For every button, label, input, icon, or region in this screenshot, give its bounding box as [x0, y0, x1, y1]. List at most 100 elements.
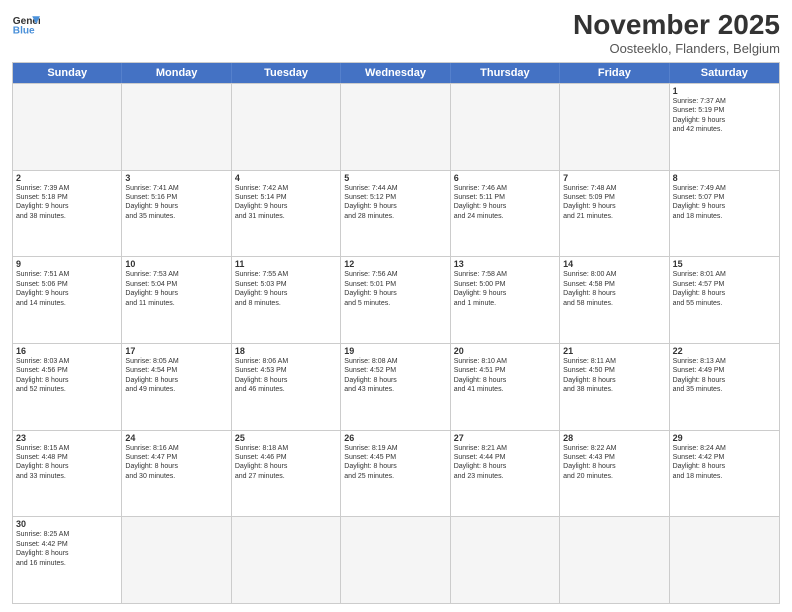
day-cell-2: 2Sunrise: 7:39 AM Sunset: 5:18 PM Daylig…	[13, 171, 122, 257]
day-cell-25: 25Sunrise: 8:18 AM Sunset: 4:46 PM Dayli…	[232, 431, 341, 517]
week-row-5: 30Sunrise: 8:25 AM Sunset: 4:42 PM Dayli…	[13, 516, 779, 603]
header-wednesday: Wednesday	[341, 63, 450, 83]
day-cell-13: 13Sunrise: 7:58 AM Sunset: 5:00 PM Dayli…	[451, 257, 560, 343]
day-info: Sunrise: 8:21 AM Sunset: 4:44 PM Dayligh…	[454, 444, 556, 482]
day-info: Sunrise: 7:56 AM Sunset: 5:01 PM Dayligh…	[344, 270, 446, 308]
day-cell-29: 29Sunrise: 8:24 AM Sunset: 4:42 PM Dayli…	[670, 431, 779, 517]
day-cell-11: 11Sunrise: 7:55 AM Sunset: 5:03 PM Dayli…	[232, 257, 341, 343]
day-cell-12: 12Sunrise: 7:56 AM Sunset: 5:01 PM Dayli…	[341, 257, 450, 343]
day-cell-30: 30Sunrise: 8:25 AM Sunset: 4:42 PM Dayli…	[13, 517, 122, 603]
week-row-0: 1Sunrise: 7:37 AM Sunset: 5:19 PM Daylig…	[13, 83, 779, 170]
day-cell-7: 7Sunrise: 7:48 AM Sunset: 5:09 PM Daylig…	[560, 171, 669, 257]
day-info: Sunrise: 7:51 AM Sunset: 5:06 PM Dayligh…	[16, 270, 118, 308]
day-cell-1: 1Sunrise: 7:37 AM Sunset: 5:19 PM Daylig…	[670, 84, 779, 170]
day-cell-4: 4Sunrise: 7:42 AM Sunset: 5:14 PM Daylig…	[232, 171, 341, 257]
empty-cell	[232, 517, 341, 603]
subtitle: Oosteeklo, Flanders, Belgium	[573, 41, 780, 56]
logo-icon: General Blue	[12, 10, 40, 38]
day-info: Sunrise: 8:01 AM Sunset: 4:57 PM Dayligh…	[673, 270, 776, 308]
day-cell-20: 20Sunrise: 8:10 AM Sunset: 4:51 PM Dayli…	[451, 344, 560, 430]
day-number: 30	[16, 519, 118, 529]
day-info: Sunrise: 7:49 AM Sunset: 5:07 PM Dayligh…	[673, 184, 776, 222]
day-number: 29	[673, 433, 776, 443]
header-tuesday: Tuesday	[232, 63, 341, 83]
day-number: 10	[125, 259, 227, 269]
day-info: Sunrise: 7:48 AM Sunset: 5:09 PM Dayligh…	[563, 184, 665, 222]
day-info: Sunrise: 8:03 AM Sunset: 4:56 PM Dayligh…	[16, 357, 118, 395]
day-number: 25	[235, 433, 337, 443]
day-info: Sunrise: 7:55 AM Sunset: 5:03 PM Dayligh…	[235, 270, 337, 308]
day-cell-14: 14Sunrise: 8:00 AM Sunset: 4:58 PM Dayli…	[560, 257, 669, 343]
day-number: 17	[125, 346, 227, 356]
header-saturday: Saturday	[670, 63, 779, 83]
day-number: 12	[344, 259, 446, 269]
empty-cell	[341, 517, 450, 603]
month-title: November 2025	[573, 10, 780, 41]
day-cell-17: 17Sunrise: 8:05 AM Sunset: 4:54 PM Dayli…	[122, 344, 231, 430]
day-number: 11	[235, 259, 337, 269]
day-number: 15	[673, 259, 776, 269]
day-cell-22: 22Sunrise: 8:13 AM Sunset: 4:49 PM Dayli…	[670, 344, 779, 430]
day-cell-23: 23Sunrise: 8:15 AM Sunset: 4:48 PM Dayli…	[13, 431, 122, 517]
day-info: Sunrise: 8:06 AM Sunset: 4:53 PM Dayligh…	[235, 357, 337, 395]
day-number: 8	[673, 173, 776, 183]
day-cell-21: 21Sunrise: 8:11 AM Sunset: 4:50 PM Dayli…	[560, 344, 669, 430]
day-info: Sunrise: 8:15 AM Sunset: 4:48 PM Dayligh…	[16, 444, 118, 482]
day-cell-3: 3Sunrise: 7:41 AM Sunset: 5:16 PM Daylig…	[122, 171, 231, 257]
empty-cell	[560, 84, 669, 170]
day-number: 27	[454, 433, 556, 443]
day-number: 2	[16, 173, 118, 183]
day-info: Sunrise: 7:44 AM Sunset: 5:12 PM Dayligh…	[344, 184, 446, 222]
calendar-body: 1Sunrise: 7:37 AM Sunset: 5:19 PM Daylig…	[13, 83, 779, 603]
day-info: Sunrise: 8:19 AM Sunset: 4:45 PM Dayligh…	[344, 444, 446, 482]
empty-cell	[232, 84, 341, 170]
header-thursday: Thursday	[451, 63, 560, 83]
day-info: Sunrise: 8:22 AM Sunset: 4:43 PM Dayligh…	[563, 444, 665, 482]
empty-cell	[122, 517, 231, 603]
empty-cell	[560, 517, 669, 603]
day-info: Sunrise: 8:05 AM Sunset: 4:54 PM Dayligh…	[125, 357, 227, 395]
day-cell-26: 26Sunrise: 8:19 AM Sunset: 4:45 PM Dayli…	[341, 431, 450, 517]
logo: General Blue	[12, 10, 40, 38]
day-cell-19: 19Sunrise: 8:08 AM Sunset: 4:52 PM Dayli…	[341, 344, 450, 430]
day-number: 6	[454, 173, 556, 183]
day-cell-5: 5Sunrise: 7:44 AM Sunset: 5:12 PM Daylig…	[341, 171, 450, 257]
week-row-4: 23Sunrise: 8:15 AM Sunset: 4:48 PM Dayli…	[13, 430, 779, 517]
day-number: 14	[563, 259, 665, 269]
day-cell-24: 24Sunrise: 8:16 AM Sunset: 4:47 PM Dayli…	[122, 431, 231, 517]
svg-text:Blue: Blue	[13, 25, 35, 36]
day-cell-16: 16Sunrise: 8:03 AM Sunset: 4:56 PM Dayli…	[13, 344, 122, 430]
header-friday: Friday	[560, 63, 669, 83]
day-cell-9: 9Sunrise: 7:51 AM Sunset: 5:06 PM Daylig…	[13, 257, 122, 343]
day-cell-18: 18Sunrise: 8:06 AM Sunset: 4:53 PM Dayli…	[232, 344, 341, 430]
day-number: 18	[235, 346, 337, 356]
day-number: 9	[16, 259, 118, 269]
day-info: Sunrise: 8:24 AM Sunset: 4:42 PM Dayligh…	[673, 444, 776, 482]
day-info: Sunrise: 8:13 AM Sunset: 4:49 PM Dayligh…	[673, 357, 776, 395]
day-number: 24	[125, 433, 227, 443]
day-number: 28	[563, 433, 665, 443]
day-info: Sunrise: 7:42 AM Sunset: 5:14 PM Dayligh…	[235, 184, 337, 222]
header-monday: Monday	[122, 63, 231, 83]
day-number: 4	[235, 173, 337, 183]
day-cell-10: 10Sunrise: 7:53 AM Sunset: 5:04 PM Dayli…	[122, 257, 231, 343]
day-info: Sunrise: 7:37 AM Sunset: 5:19 PM Dayligh…	[673, 97, 776, 135]
day-info: Sunrise: 7:39 AM Sunset: 5:18 PM Dayligh…	[16, 184, 118, 222]
day-number: 20	[454, 346, 556, 356]
day-number: 13	[454, 259, 556, 269]
day-number: 22	[673, 346, 776, 356]
empty-cell	[122, 84, 231, 170]
day-info: Sunrise: 7:41 AM Sunset: 5:16 PM Dayligh…	[125, 184, 227, 222]
empty-cell	[670, 517, 779, 603]
empty-cell	[341, 84, 450, 170]
day-number: 7	[563, 173, 665, 183]
calendar: SundayMondayTuesdayWednesdayThursdayFrid…	[12, 62, 780, 604]
week-row-3: 16Sunrise: 8:03 AM Sunset: 4:56 PM Dayli…	[13, 343, 779, 430]
day-cell-27: 27Sunrise: 8:21 AM Sunset: 4:44 PM Dayli…	[451, 431, 560, 517]
day-info: Sunrise: 8:10 AM Sunset: 4:51 PM Dayligh…	[454, 357, 556, 395]
day-number: 26	[344, 433, 446, 443]
day-info: Sunrise: 8:18 AM Sunset: 4:46 PM Dayligh…	[235, 444, 337, 482]
header-sunday: Sunday	[13, 63, 122, 83]
day-info: Sunrise: 7:53 AM Sunset: 5:04 PM Dayligh…	[125, 270, 227, 308]
header: General Blue November 2025 Oosteeklo, Fl…	[12, 10, 780, 56]
